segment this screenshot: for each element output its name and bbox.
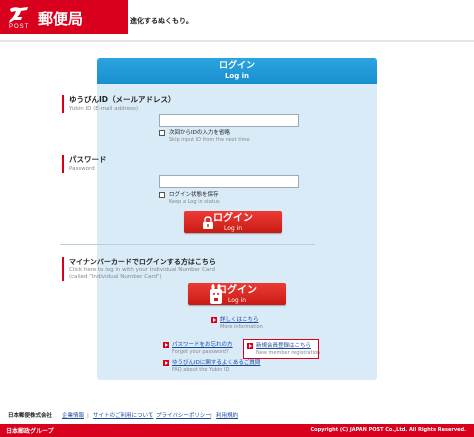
forgot-password-label-en: Forget your password? bbox=[172, 349, 229, 355]
new-member-label-en: New member registration bbox=[256, 350, 321, 356]
skip-id-label: 次回からIDの入力を省略 bbox=[169, 130, 230, 136]
japan-post-logo[interactable]: POST 郵便局 bbox=[0, 0, 128, 34]
mynumber-heading-en-1: Click here to log in with your Individua… bbox=[69, 267, 215, 273]
header-divider bbox=[0, 40, 474, 42]
site-header: POST 郵便局 進化するぬくもり。 bbox=[0, 0, 474, 40]
keep-login-label-en: Keep a Log in status bbox=[169, 199, 220, 205]
new-member-label[interactable]: 新規会員登録はこちら bbox=[256, 342, 311, 350]
arrow-right-icon bbox=[247, 343, 253, 349]
footer-link-site-usage[interactable]: サイトのご利用について bbox=[93, 412, 153, 420]
tagline: 進化するぬくもり。 bbox=[130, 17, 193, 25]
footer-bar: 日本郵政グループ Copyright (C) JAPAN POST Co.,Lt… bbox=[0, 424, 474, 437]
mynumber-button-label: ログイン bbox=[217, 285, 257, 296]
footer-separator: | bbox=[87, 413, 89, 419]
lock-icon bbox=[203, 216, 213, 229]
id-label-en: Yubin ID (E-mail address) bbox=[69, 106, 138, 112]
footer-link-corporate[interactable]: 企業情報 bbox=[62, 412, 84, 420]
footer-separator: | bbox=[210, 413, 212, 419]
id-label-jp: ゆうびんID（メールアドレス） bbox=[69, 95, 176, 104]
forgot-password-label[interactable]: パスワードをお忘れの方 bbox=[172, 341, 233, 349]
password-field-label: パスワード Password bbox=[62, 155, 107, 173]
brand-post-text: POST bbox=[9, 24, 30, 30]
arrow-right-icon bbox=[163, 342, 169, 348]
password-label-jp: パスワード bbox=[69, 155, 107, 164]
footer-copyright: Copyright (C) JAPAN POST Co.,Ltd. All Ri… bbox=[310, 427, 466, 433]
mynumber-heading-jp: マイナンバーカードでログインする方はこちら bbox=[69, 258, 216, 266]
mynumber-heading: マイナンバーカードでログインする方はこちら Click here to log … bbox=[62, 257, 216, 281]
mynumber-heading-en-2: (called "Individual Number Card") bbox=[69, 274, 162, 280]
footer-company: 日本郵便株式会社 bbox=[8, 413, 53, 419]
arrow-right-icon bbox=[211, 317, 217, 323]
footer-group-name[interactable]: 日本郵政グループ bbox=[6, 426, 54, 435]
footer-separator: | bbox=[150, 413, 152, 419]
id-field-label: ゆうびんID（メールアドレス） Yubin ID (E-mail address… bbox=[62, 95, 176, 113]
keep-login-label: ログイン状態を保存 bbox=[169, 192, 219, 198]
faq-label-en: FAQ about the Yubin ID bbox=[172, 367, 230, 373]
footer-links: 日本郵便株式会社 企業情報 | サイトのご利用について | プライバシーポリシー… bbox=[0, 410, 474, 422]
login-title-en: Log in bbox=[224, 72, 250, 80]
login-button[interactable]: ログイン Log in bbox=[184, 211, 282, 233]
login-button-label: ログイン bbox=[213, 213, 253, 224]
faq-label[interactable]: ゆうびんIDに関するよくあるご質問 bbox=[172, 359, 260, 367]
keep-login-checkbox[interactable] bbox=[159, 192, 165, 198]
details-link-label[interactable]: 詳しくはこちら bbox=[220, 316, 259, 324]
yubin-id-input[interactable] bbox=[159, 114, 299, 127]
mynumber-card-character-icon bbox=[210, 284, 222, 304]
login-panel-header: ログイン Log in bbox=[97, 58, 377, 84]
footer-link-terms[interactable]: 利用規約 bbox=[216, 412, 238, 420]
details-link-label-en: More information bbox=[220, 324, 263, 330]
mynumber-login-button[interactable]: ログイン Log in bbox=[188, 283, 286, 305]
mynumber-button-label-en: Log in bbox=[227, 297, 247, 304]
password-input[interactable] bbox=[159, 175, 299, 188]
post-mark-icon bbox=[9, 7, 28, 23]
footer-link-privacy[interactable]: プライバシーポリシー bbox=[156, 412, 211, 420]
new-member-link[interactable]: 新規会員登録はこちら New member registration bbox=[243, 339, 321, 359]
login-title: ログイン bbox=[218, 61, 255, 71]
login-button-label-en: Log in bbox=[223, 225, 243, 232]
password-label-en: Password bbox=[69, 166, 95, 172]
section-divider bbox=[60, 244, 315, 245]
skip-id-checkbox[interactable] bbox=[159, 130, 165, 136]
brand-name: 郵便局 bbox=[38, 10, 84, 28]
skip-id-label-en: Skip input ID from the next time bbox=[169, 137, 250, 143]
arrow-right-icon bbox=[163, 360, 169, 366]
